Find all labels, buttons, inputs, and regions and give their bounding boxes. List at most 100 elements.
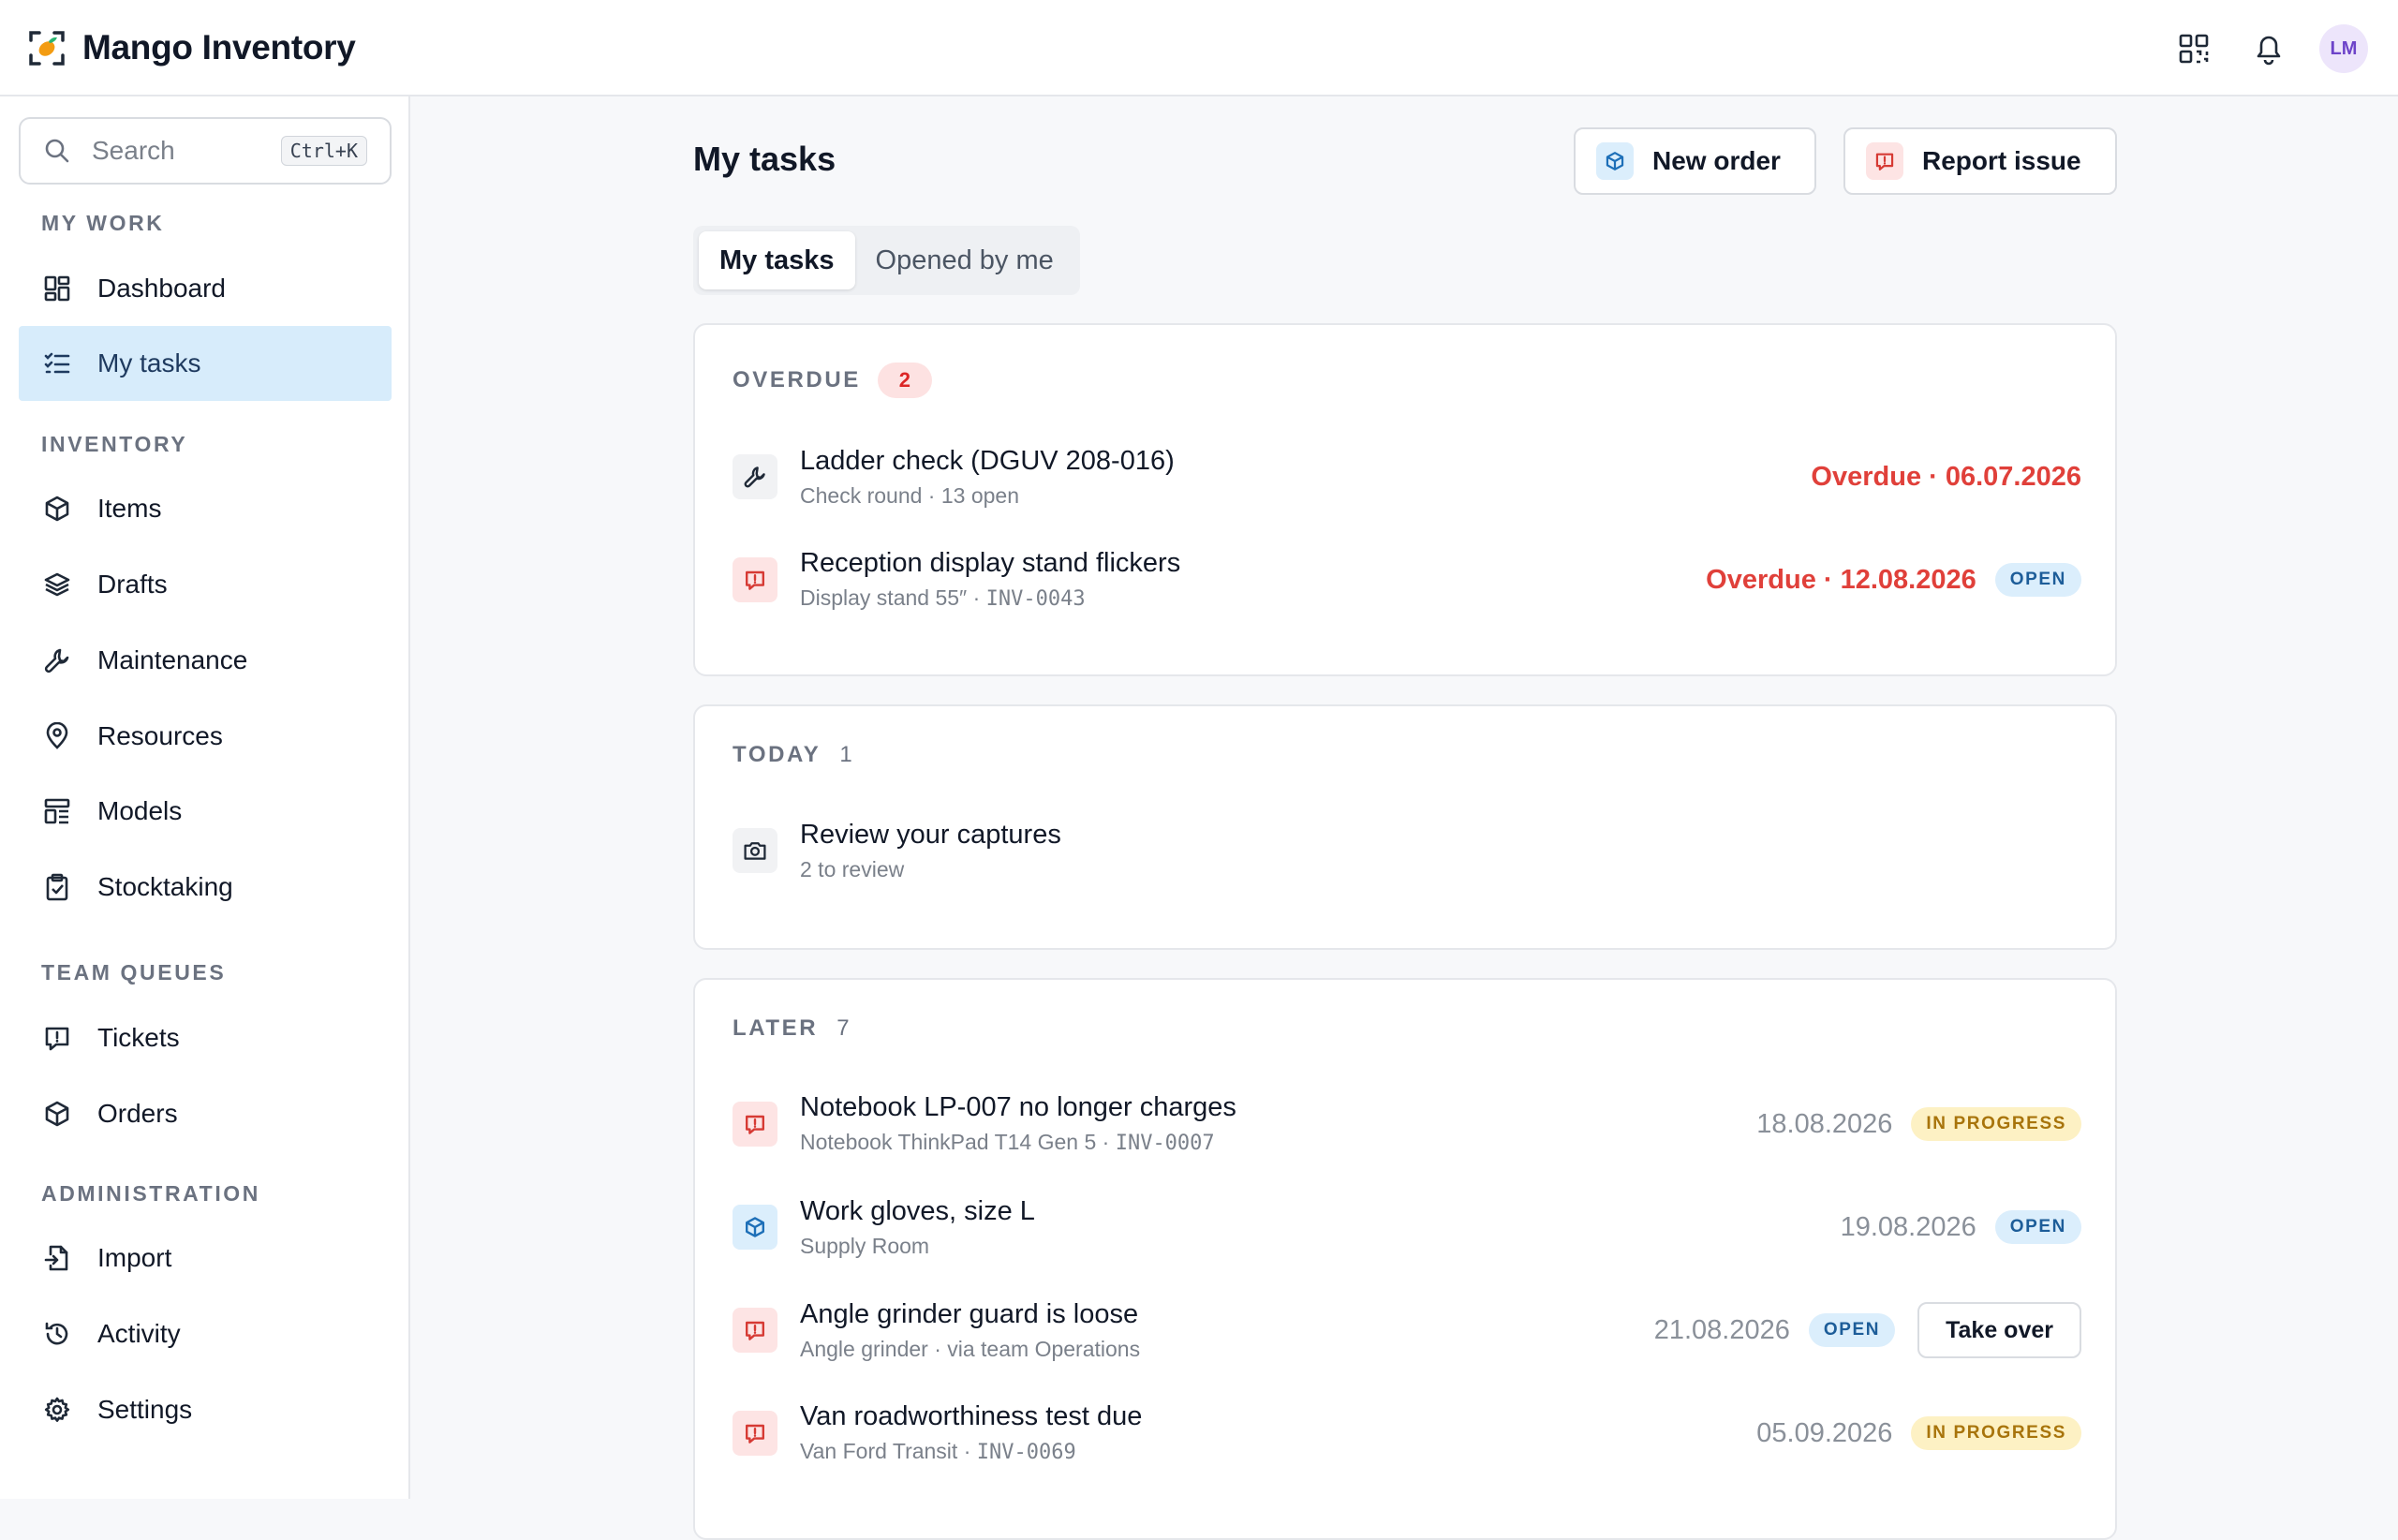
sidebar-item-import[interactable]: Import bbox=[19, 1221, 392, 1296]
report-issue-label: Report issue bbox=[1922, 146, 2081, 175]
task-due-date: Overdue · 06.07.2026 bbox=[1811, 461, 2081, 492]
message-alert-icon bbox=[41, 1022, 73, 1054]
sidebar-item-label: Settings bbox=[97, 1395, 193, 1424]
inventory-code: INV-0007 bbox=[1115, 1132, 1215, 1155]
task-row[interactable]: Reception display stand flickers Display… bbox=[733, 542, 2081, 617]
sidebar-item-label: Stocktaking bbox=[97, 872, 233, 901]
qr-code-icon[interactable] bbox=[2166, 21, 2222, 77]
task-tabs: My tasks Opened by me bbox=[693, 226, 1080, 295]
sidebar-item-label: Import bbox=[97, 1243, 172, 1272]
task-row[interactable]: Ladder check (DGUV 208-016) Check round … bbox=[733, 439, 2081, 514]
app-name: Mango Inventory bbox=[82, 28, 356, 67]
task-due-date: Overdue · 12.08.2026 bbox=[1706, 564, 1976, 595]
task-due-date: 21.08.2026 bbox=[1653, 1314, 1790, 1345]
sidebar-item-label: Items bbox=[97, 494, 162, 523]
sidebar-item-dashboard[interactable]: Dashboard bbox=[19, 251, 392, 326]
tab-opened-by-me[interactable]: Opened by me bbox=[855, 231, 1074, 289]
sidebar-item-label: Dashboard bbox=[97, 274, 226, 303]
status-badge: OPEN bbox=[1994, 1210, 2081, 1244]
message-alert-icon bbox=[733, 1411, 777, 1456]
sidebar-item-items[interactable]: Items bbox=[19, 471, 392, 546]
task-subtitle-text: Notebook ThinkPad T14 Gen 5 · bbox=[800, 1130, 1116, 1154]
group-label: TODAY bbox=[733, 742, 822, 767]
search-placeholder: Search bbox=[92, 136, 175, 165]
task-subtitle: Display stand 55″ · INV-0043 bbox=[800, 583, 1706, 615]
sidebar-item-label: My tasks bbox=[97, 348, 201, 378]
take-over-button[interactable]: Take over bbox=[1917, 1302, 2081, 1358]
today-count: 1 bbox=[839, 742, 852, 767]
sidebar-item-stocktaking[interactable]: Stocktaking bbox=[19, 850, 392, 925]
task-row[interactable]: Notebook LP-007 no longer charges Notebo… bbox=[733, 1087, 2081, 1162]
sidebar: Search Ctrl+K MY WORK Dashboard My tasks… bbox=[0, 96, 410, 1499]
dashboard-icon bbox=[41, 273, 73, 304]
sidebar-item-label: Models bbox=[97, 796, 183, 825]
inventory-code: INV-0069 bbox=[976, 1441, 1076, 1464]
avatar[interactable]: LM bbox=[2319, 24, 2368, 73]
brand[interactable]: Mango Inventory bbox=[28, 24, 356, 71]
task-subtitle: Check round · 13 open bbox=[800, 483, 1019, 508]
task-due-date: 18.08.2026 bbox=[1756, 1108, 1893, 1139]
task-due-date: 19.08.2026 bbox=[1840, 1211, 1976, 1242]
task-title: Work gloves, size L bbox=[800, 1196, 1035, 1226]
later-count: 7 bbox=[836, 1015, 850, 1041]
task-title: Angle grinder guard is loose bbox=[800, 1299, 1139, 1329]
task-subtitle: Angle grinder · via team Operations bbox=[800, 1337, 1141, 1361]
sidebar-item-orders[interactable]: Orders bbox=[19, 1076, 392, 1151]
task-row[interactable]: Work gloves, size L Supply Room 19.08.20… bbox=[733, 1190, 2081, 1265]
nav-section-team-queues: TEAM QUEUES bbox=[41, 960, 227, 985]
task-row[interactable]: Van roadworthiness test due Van Ford Tra… bbox=[733, 1396, 2081, 1471]
status-badge: IN PROGRESS bbox=[1911, 1107, 2081, 1141]
sidebar-item-label: Tickets bbox=[97, 1023, 180, 1052]
bell-icon[interactable] bbox=[2241, 21, 2297, 77]
search-input[interactable]: Search Ctrl+K bbox=[19, 117, 392, 185]
inventory-code: INV-0043 bbox=[985, 587, 1086, 611]
box-icon bbox=[1596, 142, 1634, 180]
task-due-date: 05.09.2026 bbox=[1756, 1417, 1893, 1448]
sidebar-item-label: Maintenance bbox=[97, 645, 248, 674]
sidebar-item-settings[interactable]: Settings bbox=[19, 1372, 392, 1447]
sidebar-item-activity[interactable]: Activity bbox=[19, 1296, 392, 1371]
status-badge: IN PROGRESS bbox=[1911, 1416, 2081, 1450]
tab-my-tasks[interactable]: My tasks bbox=[699, 231, 855, 289]
sidebar-item-tickets[interactable]: Tickets bbox=[19, 1000, 392, 1075]
message-alert-icon bbox=[733, 557, 777, 602]
today-header: TODAY 1 bbox=[733, 742, 852, 768]
sidebar-item-label: Drafts bbox=[97, 570, 168, 599]
history-icon bbox=[41, 1318, 73, 1350]
later-header: LATER 7 bbox=[733, 1015, 850, 1042]
app-logo-icon bbox=[29, 31, 65, 66]
task-subtitle: Supply Room bbox=[800, 1234, 930, 1258]
sidebar-item-models[interactable]: Models bbox=[19, 774, 392, 849]
message-alert-icon bbox=[1866, 142, 1903, 180]
nav-section-inventory: INVENTORY bbox=[41, 432, 188, 456]
sidebar-item-maintenance[interactable]: Maintenance bbox=[19, 623, 392, 698]
file-import-icon bbox=[41, 1242, 73, 1274]
box-icon bbox=[733, 1205, 777, 1250]
template-icon bbox=[41, 795, 73, 827]
later-group: LATER 7 Notebook LP-007 no longer charge… bbox=[693, 978, 2117, 1540]
overdue-header: OVERDUE 2 bbox=[733, 363, 932, 398]
camera-icon bbox=[733, 828, 777, 873]
box-icon bbox=[41, 1098, 73, 1130]
task-subtitle: Van Ford Transit · INV-0069 bbox=[800, 1436, 1756, 1468]
status-badge: OPEN bbox=[1808, 1313, 1896, 1347]
group-label: OVERDUE bbox=[733, 367, 861, 392]
new-order-button[interactable]: New order bbox=[1574, 127, 1816, 195]
task-row[interactable]: Angle grinder guard is loose Angle grind… bbox=[733, 1293, 2081, 1368]
overdue-group: OVERDUE 2 Ladder check (DGUV 208-016) Ch… bbox=[693, 323, 2117, 676]
report-issue-button[interactable]: Report issue bbox=[1843, 127, 2117, 195]
top-actions: LM bbox=[2147, 21, 2368, 77]
wrench-icon bbox=[733, 454, 777, 499]
sidebar-item-label: Resources bbox=[97, 721, 223, 750]
sidebar-item-drafts[interactable]: Drafts bbox=[19, 547, 392, 622]
sidebar-item-resources[interactable]: Resources bbox=[19, 699, 392, 774]
sidebar-item-label: Activity bbox=[97, 1319, 181, 1348]
task-row[interactable]: Review your captures 2 to review bbox=[733, 813, 2081, 888]
location-pin-icon bbox=[41, 720, 73, 752]
group-label: LATER bbox=[733, 1015, 819, 1041]
overdue-count-badge: 2 bbox=[877, 363, 932, 398]
task-title: Ladder check (DGUV 208-016) bbox=[800, 446, 1175, 476]
task-title: Reception display stand flickers bbox=[800, 548, 1181, 578]
message-alert-icon bbox=[733, 1102, 777, 1147]
sidebar-item-my-tasks[interactable]: My tasks bbox=[19, 326, 392, 401]
